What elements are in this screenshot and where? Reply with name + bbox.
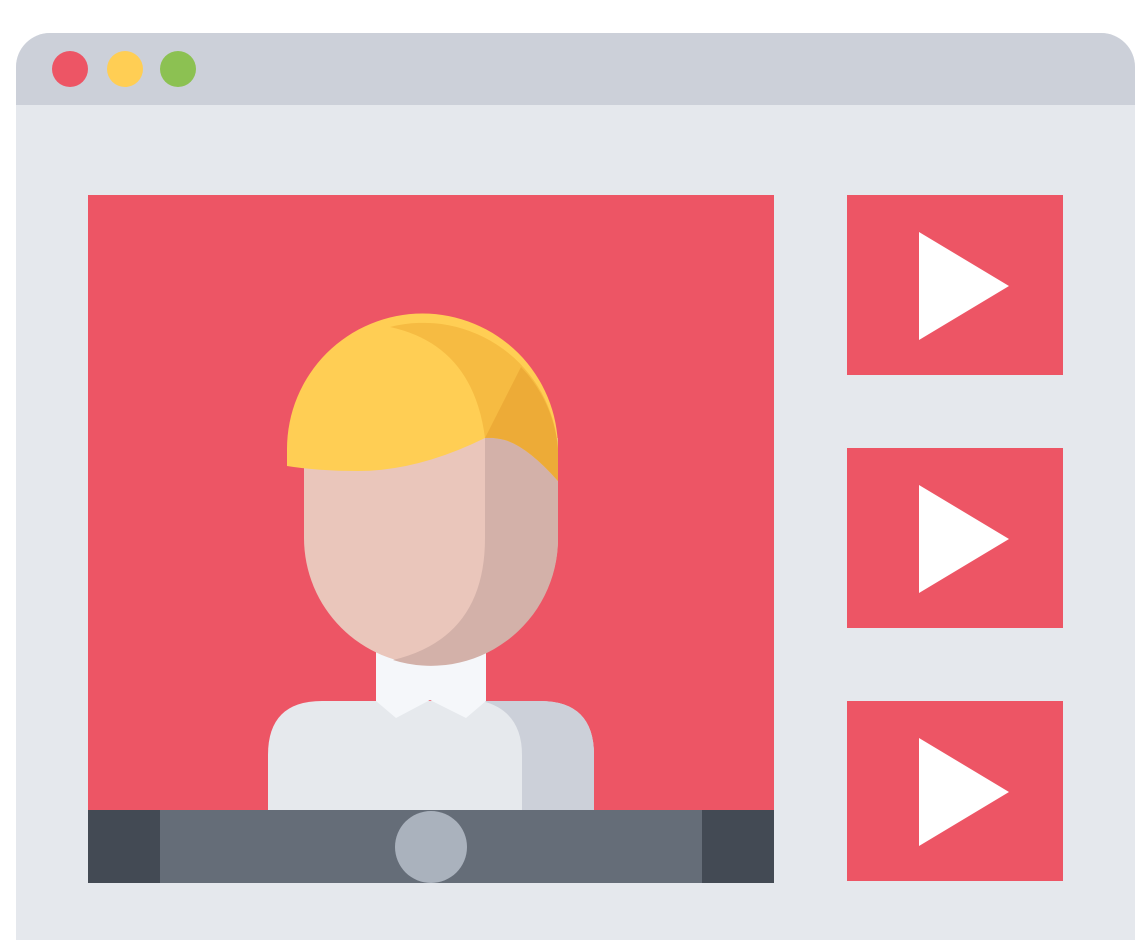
video-thumbnail-3[interactable] — [847, 701, 1063, 881]
control-right-cap[interactable] — [702, 810, 774, 883]
video-thumbnail-1[interactable] — [847, 195, 1063, 375]
video-thumbnail-2[interactable] — [847, 448, 1063, 628]
close-window-button[interactable] — [52, 51, 88, 87]
page-canvas — [0, 0, 1135, 940]
maximize-window-button[interactable] — [160, 51, 196, 87]
video-frame — [88, 195, 774, 883]
browser-window — [16, 33, 1135, 940]
window-titlebar — [16, 33, 1135, 105]
scrubber-knob[interactable] — [395, 811, 467, 883]
video-control-bar[interactable] — [88, 810, 774, 883]
control-left-cap[interactable] — [88, 810, 160, 883]
video-player[interactable] — [88, 195, 774, 883]
minimize-window-button[interactable] — [107, 51, 143, 87]
